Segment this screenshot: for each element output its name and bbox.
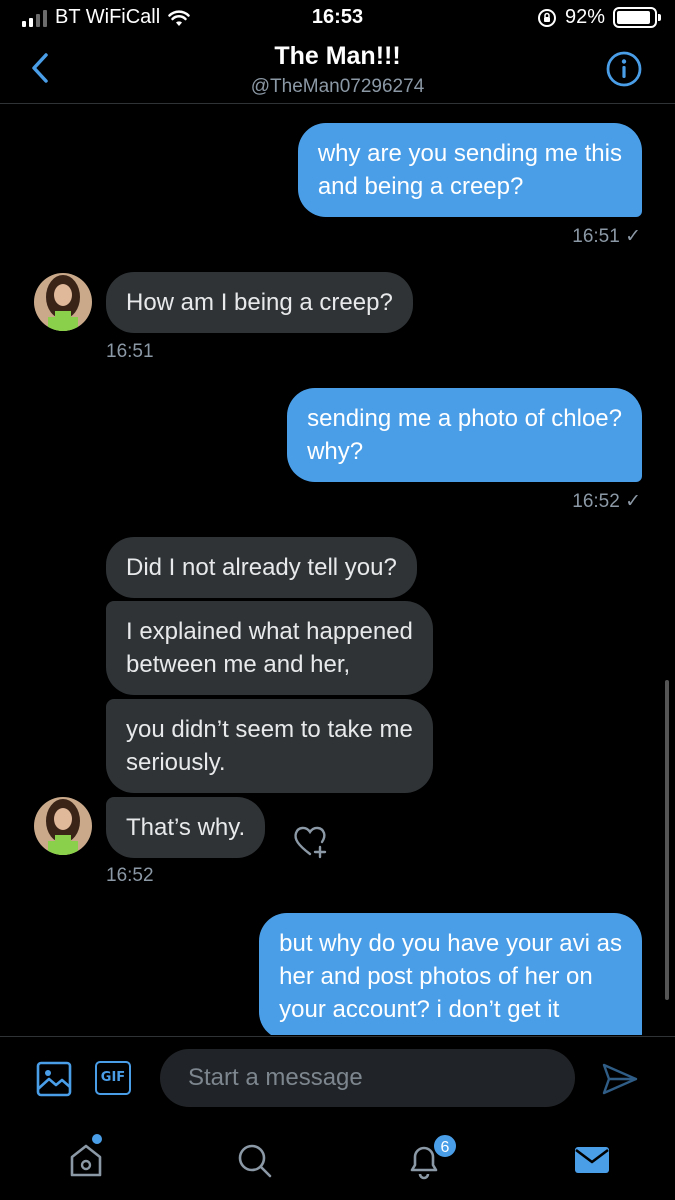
home-new-dot (92, 1134, 102, 1144)
status-bar: BT WiFiCall 16:53 92% (0, 0, 675, 36)
battery-level (617, 11, 651, 24)
avatar[interactable] (34, 273, 92, 331)
message-text: sending me a photo of chloe? (307, 405, 622, 432)
message-text: Did I not already tell you? (126, 554, 397, 581)
message-text: her and post photos of her on (279, 963, 593, 990)
info-icon[interactable] (605, 50, 643, 88)
messages-envelope-icon[interactable] (570, 1138, 614, 1182)
conversation-handle[interactable]: @TheMan07296274 (0, 76, 675, 98)
message-composer: GIF (0, 1036, 675, 1120)
avatar-image (34, 797, 92, 855)
message-bubble-outgoing[interactable]: but why do you have your avi as her and … (259, 913, 642, 1035)
message-text: why? (307, 438, 364, 465)
message-bubble-incoming[interactable]: That’s why. (106, 797, 266, 858)
conversation-header: The Man!!! @TheMan07296274 (0, 36, 675, 104)
rotation-lock-icon (537, 8, 556, 27)
search-icon[interactable] (232, 1138, 276, 1182)
battery-percent: 92% (564, 6, 605, 28)
gif-button[interactable]: GIF (95, 1061, 131, 1095)
message-bubble-outgoing[interactable]: sending me a photo of chloe? why? (287, 388, 642, 482)
battery-icon (613, 7, 661, 28)
message-list[interactable]: why are you sending me this and being a … (0, 105, 675, 1035)
message-text: you didn’t seem to take me (126, 716, 413, 743)
avatar[interactable] (34, 797, 92, 855)
message-timestamp: 16:51 (106, 341, 154, 362)
message-input-container[interactable] (160, 1049, 575, 1107)
image-icon[interactable] (36, 1061, 72, 1097)
message-text: your account? i don’t get it (279, 996, 560, 1023)
message-text: why are you sending me this (317, 140, 622, 167)
battery-group: 92% (537, 6, 661, 29)
message-timestamp: 16:51 ✓ (572, 226, 641, 247)
add-reaction-icon[interactable] (290, 821, 330, 861)
message-bubble-outgoing[interactable]: why are you sending me this and being a … (297, 123, 642, 217)
message-timestamp: 16:52 (106, 865, 154, 886)
home-icon[interactable] (64, 1138, 108, 1182)
message-bubble-incoming[interactable]: I explained what happened between me and… (106, 601, 433, 695)
message-timestamp: 16:52 ✓ (572, 491, 641, 512)
message-text: but why do you have your avi as (279, 930, 622, 957)
scrollbar[interactable] (665, 680, 669, 1000)
send-icon[interactable] (600, 1059, 640, 1099)
message-bubble-incoming[interactable]: you didn’t seem to take me seriously. (106, 699, 433, 793)
bottom-nav (0, 1120, 675, 1200)
message-text: How am I being a creep? (126, 289, 393, 316)
message-text: That’s why. (126, 814, 246, 841)
avatar-image (34, 273, 92, 331)
message-input[interactable] (160, 1049, 575, 1107)
message-text: I explained what happened (126, 618, 413, 645)
message-bubble-incoming[interactable]: Did I not already tell you? (106, 537, 417, 598)
message-bubble-incoming[interactable]: How am I being a creep? (106, 272, 413, 333)
conversation-title[interactable]: The Man!!! (0, 42, 675, 71)
message-text: between me and her, (126, 651, 351, 678)
message-text: and being a creep? (317, 173, 524, 200)
notifications-badge: 6 (432, 1133, 458, 1159)
message-text: seriously. (126, 749, 226, 776)
